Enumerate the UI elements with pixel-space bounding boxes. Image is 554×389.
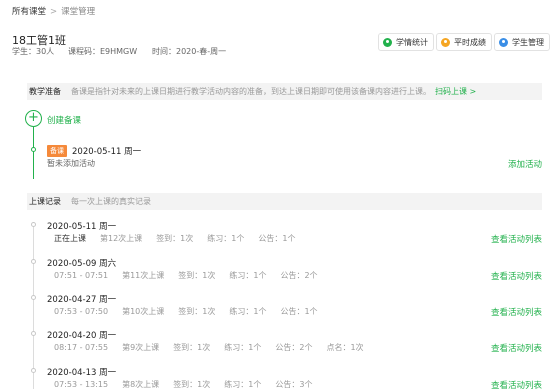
record-session: 第10次上课 xyxy=(122,307,165,316)
record-date: 2020-04-27 周一 xyxy=(47,295,117,305)
record-date: 2020-05-11 周一 xyxy=(47,222,117,232)
add-activity-link[interactable]: 添加活动 xyxy=(508,158,542,170)
scores-button[interactable]: 平时成绩 xyxy=(436,33,492,51)
record-practice: 练习：1个 xyxy=(229,271,267,280)
record-detail: 08:17 - 07:55 第9次上课 签到：1次 练习：1个 公告：2个 点名：1次 xyxy=(54,342,378,353)
breadcrumb-separator: > xyxy=(50,7,58,17)
record-session: 第12次上课 xyxy=(100,234,143,243)
add-icon[interactable]: + xyxy=(25,110,42,127)
record-notice: 公告：1个 xyxy=(280,307,318,316)
record-date: 2020-04-13 周一 xyxy=(47,368,117,378)
prep-timeline-line xyxy=(33,127,34,179)
prep-title: 教学准备 xyxy=(29,87,61,96)
breadcrumb-current: 课堂管理 xyxy=(61,7,96,17)
prep-item-date: 2020-05-11 周一 xyxy=(72,147,142,157)
record-signin: 签到：1次 xyxy=(173,343,211,352)
students-button[interactable]: 学生管理 xyxy=(494,33,550,51)
record-signin: 签到：1次 xyxy=(178,271,216,280)
prep-tag-badge: 备课 xyxy=(47,145,67,157)
students-button-label: 学生管理 xyxy=(512,37,544,47)
prep-item-status: 暂未添加活动 xyxy=(47,159,95,168)
record-notice: 公告：1个 xyxy=(258,234,296,243)
view-activities-link[interactable]: 查看活动列表 xyxy=(491,233,542,245)
record-dot xyxy=(31,331,36,336)
record-dot xyxy=(31,295,36,300)
record-date: 2020-04-20 周一 xyxy=(47,331,117,341)
record-time: 正在上课 xyxy=(54,234,86,243)
scores-button-label: 平时成绩 xyxy=(454,37,486,47)
record-detail: 07:53 - 07:50 第10次上课 签到：1次 练习：1个 公告：1个 xyxy=(54,306,332,317)
record-session: 第8次上课 xyxy=(122,380,160,389)
record-time: 07:53 - 13:15 xyxy=(54,380,109,389)
record-time: 07:51 - 07:51 xyxy=(54,271,109,280)
record-practice: 练习：1个 xyxy=(229,307,267,316)
student-count: 学生：30人 xyxy=(12,47,55,56)
prep-description: 备课是指针对未来的上课日期进行教学活动内容的准备，到达上课日期即可使用该备课内容… xyxy=(71,87,431,96)
record-signin: 签到：1次 xyxy=(173,380,211,389)
record-time: 07:53 - 07:50 xyxy=(54,307,109,316)
scan-to-teach-link[interactable]: 扫码上课 > xyxy=(435,86,476,97)
record-detail: 正在上课 第12次上课 签到：1次 练习：1个 公告：1个 xyxy=(54,233,309,244)
stats-button-label: 学情统计 xyxy=(396,37,428,47)
score-icon xyxy=(441,37,450,47)
record-detail: 07:51 - 07:51 第11次上课 签到：1次 练习：1个 公告：2个 xyxy=(54,270,332,281)
record-notice: 公告：3个 xyxy=(275,380,313,389)
course-time: 时间：2020-春-周一 xyxy=(152,47,227,56)
record-practice: 练习：1个 xyxy=(224,343,262,352)
view-activities-link[interactable]: 查看活动列表 xyxy=(491,270,542,282)
record-dot xyxy=(31,222,36,227)
record-session: 第9次上课 xyxy=(122,343,160,352)
view-activities-link[interactable]: 查看活动列表 xyxy=(491,306,542,318)
stats-button[interactable]: 学情统计 xyxy=(378,33,434,51)
record-practice: 练习：1个 xyxy=(224,380,262,389)
record-signin: 签到：1次 xyxy=(156,234,194,243)
record-notice: 公告：2个 xyxy=(280,271,318,280)
prep-item-dot xyxy=(31,147,36,152)
view-activities-link[interactable]: 查看活动列表 xyxy=(491,379,542,389)
record-signin: 签到：1次 xyxy=(178,307,216,316)
records-subtitle: 每一次上课的真实记录 xyxy=(71,197,151,206)
record-practice: 练习：1个 xyxy=(207,234,245,243)
records-title: 上课记录 xyxy=(29,197,61,206)
chart-icon xyxy=(383,37,392,47)
record-time: 08:17 - 07:55 xyxy=(54,343,109,352)
record-session: 第11次上课 xyxy=(122,271,165,280)
create-prep-button[interactable]: 创建备课 xyxy=(47,114,81,126)
prep-section-header: 教学准备 备课是指针对未来的上课日期进行教学活动内容的准备，到达上课日期即可使用… xyxy=(27,83,542,100)
prep-item-header: 备课 2020-05-11 周一 xyxy=(47,145,141,157)
records-section-header: 上课记录 每一次上课的真实记录 xyxy=(27,193,542,210)
course-code: 课程码：E9HMGW xyxy=(68,47,138,56)
breadcrumb-all-classes[interactable]: 所有课堂 xyxy=(12,7,46,17)
records-timeline-line xyxy=(33,222,34,389)
record-notice: 公告：2个 xyxy=(275,343,313,352)
record-dot xyxy=(31,368,36,373)
record-dot xyxy=(31,259,36,264)
record-date: 2020-05-09 周六 xyxy=(47,259,117,269)
students-icon xyxy=(499,37,508,47)
record-detail: 07:53 - 13:15 第8次上课 签到：1次 练习：1个 公告：3个 xyxy=(54,379,326,389)
breadcrumb: 所有课堂 > 课堂管理 xyxy=(12,5,95,17)
record-rollcall: 点名：1次 xyxy=(326,343,364,352)
view-activities-link[interactable]: 查看活动列表 xyxy=(491,342,542,354)
